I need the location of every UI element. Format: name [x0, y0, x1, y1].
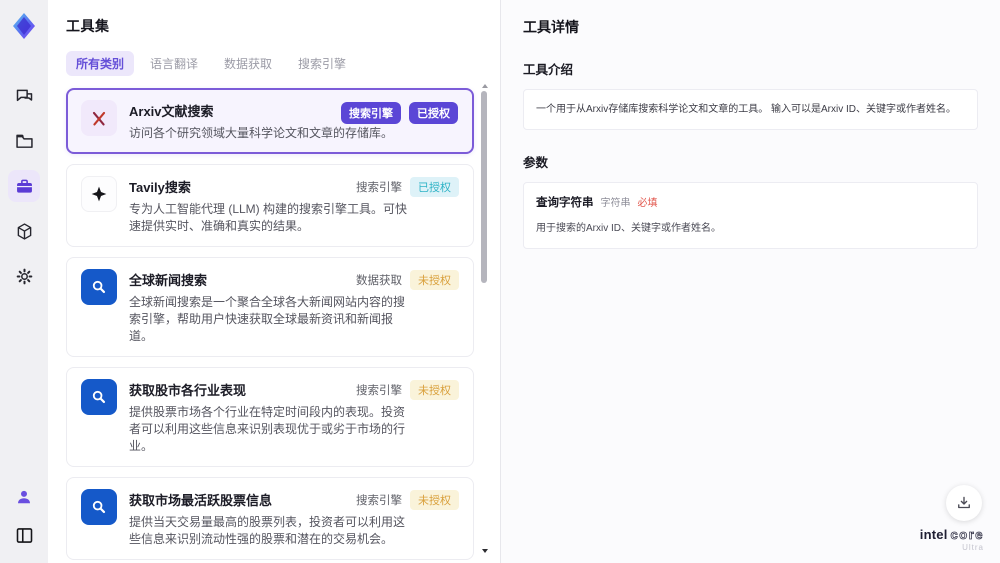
param-type: 字符串: [600, 198, 631, 209]
tool-card-active-stocks[interactable]: 获取市场最活跃股票信息 提供当天交易量最高的股票列表，投资者可以利用这些信息来识…: [66, 477, 474, 561]
tool-intro-text: 一个用于从Arxiv存储库搜索科学论文和文章的工具。 输入可以是Arxiv ID…: [523, 89, 978, 130]
params-heading: 参数: [523, 156, 549, 170]
scrollbar-up-arrow-icon[interactable]: [482, 84, 488, 88]
search-stock-icon: [81, 489, 117, 526]
chat-icon: [14, 86, 35, 107]
tab-language-translation[interactable]: 语言翻译: [140, 51, 208, 76]
download-button[interactable]: [946, 485, 982, 521]
download-icon: [955, 494, 973, 512]
tool-card-stock-industry[interactable]: 获取股市各行业表现 提供股票市场各个行业在特定时间段内的表现。投资者可以利用这些…: [66, 367, 474, 468]
panel-toggle-icon: [14, 525, 35, 546]
tool-list: Arxiv文献搜索 访问各个研究领域大量科学论文和文章的存储库。 搜索引擎 已授…: [66, 88, 476, 563]
parameter-card: 查询字符串 字符串 必填 用于搜索的Arxiv ID、关键字或作者姓名。: [523, 182, 978, 250]
folder-icon: [14, 131, 35, 152]
category-label: 搜索引擎: [356, 495, 402, 508]
category-label: 搜索引擎: [356, 182, 402, 195]
list-scrollbar-thumb[interactable]: [481, 91, 487, 283]
cube-icon: [14, 221, 35, 242]
sidebar-item-user[interactable]: [8, 481, 40, 513]
user-icon: [14, 487, 34, 507]
tool-description: 访问各个研究领域大量科学论文和文章的存储库。: [129, 126, 394, 140]
category-tabs: 所有类别 语言翻译 数据获取 搜索引擎: [66, 51, 476, 76]
status-badge: 已授权: [410, 177, 459, 198]
search-globe-icon: [81, 269, 117, 306]
tavily-star-icon: [81, 176, 117, 213]
param-required-flag: 必填: [637, 198, 658, 209]
tab-all-categories[interactable]: 所有类别: [66, 51, 135, 76]
tool-card-global-news[interactable]: 全球新闻搜索 全球新闻搜索是一个聚合全球各大新闻网站内容的搜索引擎，帮助用户快速…: [66, 257, 474, 358]
tool-card-tavily[interactable]: Tavily搜索 专为人工智能代理 (LLM) 构建的搜索引擎工具。可快速提供实…: [66, 164, 474, 248]
tab-data-acquisition[interactable]: 数据获取: [214, 51, 282, 76]
list-scrollbar[interactable]: [481, 84, 488, 553]
intel-core-logo: intel core Ultra: [919, 526, 984, 553]
sidebar-item-tools[interactable]: [8, 170, 40, 202]
tool-description: 全球新闻搜索是一个聚合全球各大新闻网站内容的搜索引擎，帮助用户快速获取全球最新资…: [129, 295, 406, 344]
category-label: 搜索引擎: [356, 385, 402, 398]
tab-search-engine[interactable]: 搜索引擎: [288, 51, 356, 76]
sidebar-nav: [8, 80, 40, 292]
ultra-wordmark: Ultra: [962, 543, 984, 553]
sidebar-item-chat[interactable]: [8, 80, 40, 112]
status-badge: 未授权: [410, 270, 459, 291]
tools-panel: 工具集 所有类别 语言翻译 数据获取 搜索引擎 Arxiv文献搜索 访问各个研究…: [48, 0, 500, 563]
arxiv-logo-icon: [81, 100, 117, 136]
intro-heading: 工具介绍: [523, 63, 574, 77]
app-logo-icon: [8, 10, 40, 42]
page-title: 工具集: [66, 18, 110, 34]
status-badge: 未授权: [410, 490, 459, 511]
sidebar: [0, 0, 48, 563]
status-badge: 未授权: [410, 380, 459, 401]
category-label: 数据获取: [356, 275, 402, 288]
sidebar-item-files[interactable]: [8, 125, 40, 157]
sidebar-item-panel-toggle[interactable]: [8, 519, 40, 551]
search-stock-icon: [81, 379, 117, 416]
briefcase-icon: [14, 176, 35, 197]
detail-title: 工具详情: [523, 19, 579, 35]
tool-description: 专为人工智能代理 (LLM) 构建的搜索引擎工具。可快速提供实时、准确和真实的结…: [129, 202, 408, 234]
intel-wordmark: intel: [919, 526, 948, 542]
param-name: 查询字符串: [536, 197, 594, 209]
core-wordmark: core: [950, 526, 984, 542]
status-badge: 已授权: [409, 102, 458, 124]
tool-description: 提供当天交易量最高的股票列表，投资者可以利用这些信息来识别流动性强的股票和潜在的…: [129, 515, 406, 547]
tool-description: 提供股票市场各个行业在特定时间段内的表现。投资者可以利用这些信息来识别表现优于或…: [129, 405, 406, 454]
sidebar-item-models[interactable]: [8, 215, 40, 247]
scrollbar-down-arrow-icon[interactable]: [482, 549, 488, 553]
tool-card-arxiv[interactable]: Arxiv文献搜索 访问各个研究领域大量科学论文和文章的存储库。 搜索引擎 已授…: [66, 88, 474, 155]
gear-icon: [14, 266, 35, 287]
param-description: 用于搜索的Arxiv ID、关键字或作者姓名。: [536, 223, 721, 235]
tool-detail-panel: 工具详情 工具介绍 一个用于从Arxiv存储库搜索科学论文和文章的工具。 输入可…: [500, 0, 1000, 563]
category-badge: 搜索引擎: [341, 102, 401, 124]
sidebar-item-settings[interactable]: [8, 260, 40, 292]
app-window: 工具集 所有类别 语言翻译 数据获取 搜索引擎 Arxiv文献搜索 访问各个研究…: [0, 0, 1000, 563]
